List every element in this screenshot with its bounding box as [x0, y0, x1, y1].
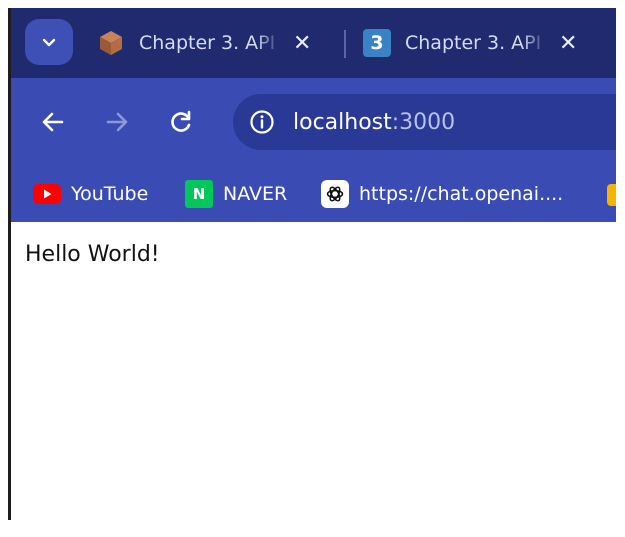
browser-window: Chapter 3. API ✕ 3 Chapter 3. API ✕ loca… [8, 8, 616, 520]
bookmarks-bar: YouTube N NAVER https://chat.openai.... [11, 166, 616, 222]
site-info-icon[interactable] [245, 105, 279, 139]
arrow-left-icon [42, 112, 64, 132]
bookmark-overflow-icon[interactable] [607, 184, 616, 206]
bookmark-label: YouTube [71, 183, 149, 205]
bookmark-label: NAVER [223, 183, 288, 205]
page-text: Hello World! [25, 242, 160, 267]
url-text: localhost:3000 [293, 110, 455, 135]
naver-icon: N [185, 180, 213, 208]
browser-toolbar: localhost:3000 [11, 78, 616, 166]
url-port: :3000 [391, 109, 456, 135]
bookmark-naver[interactable]: N NAVER [185, 180, 287, 208]
arrow-right-icon [106, 112, 128, 132]
bookmark-youtube[interactable]: YouTube [33, 180, 148, 208]
close-icon[interactable]: ✕ [293, 31, 311, 56]
back-button[interactable] [35, 104, 71, 140]
tab-chapter3-first[interactable]: Chapter 3. API ✕ [97, 22, 311, 64]
tab-search-button[interactable] [25, 19, 73, 65]
number-3-icon: 3 [363, 29, 391, 57]
bookmark-chat-openai[interactable]: https://chat.openai.... [321, 180, 563, 208]
bookmark-label: https://chat.openai.... [359, 183, 564, 205]
url-host: localhost [293, 109, 392, 135]
reload-button[interactable] [163, 104, 199, 140]
close-icon[interactable]: ✕ [559, 31, 577, 56]
page-content: Hello World! [11, 222, 616, 520]
address-bar[interactable]: localhost:3000 [233, 94, 616, 150]
tab-separator [344, 30, 346, 58]
chevron-down-icon [42, 38, 56, 47]
tab-chapter3-second[interactable]: 3 Chapter 3. API ✕ [363, 22, 577, 64]
package-box-icon [100, 31, 122, 55]
tab-strip: Chapter 3. API ✕ 3 Chapter 3. API ✕ [11, 8, 616, 78]
youtube-icon [33, 184, 61, 204]
reload-icon [171, 110, 191, 132]
tab-title: Chapter 3. API [405, 32, 547, 54]
tab-title: Chapter 3. API [139, 32, 281, 54]
openai-icon [321, 180, 349, 208]
forward-button[interactable] [99, 104, 135, 140]
